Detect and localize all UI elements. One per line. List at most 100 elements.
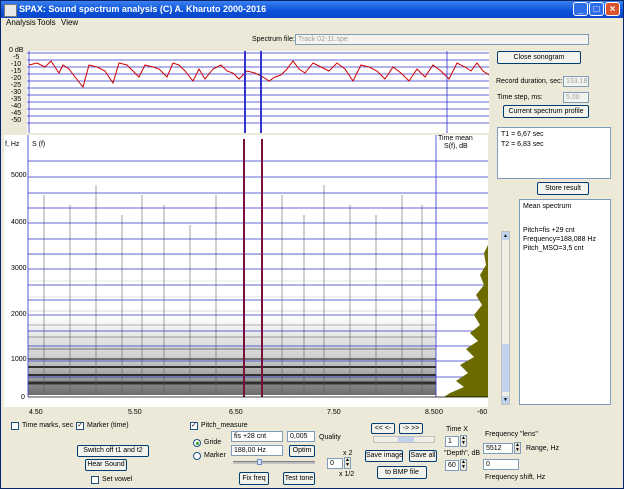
level-y-label: -5 (13, 54, 20, 61)
depth-label: "Depth", dB (444, 450, 481, 457)
vertical-scrollbar[interactable]: ▲ ▼ (501, 231, 510, 405)
record-duration-field[interactable]: 133.18 (563, 76, 589, 87)
scroll-up-icon[interactable]: ▲ (502, 232, 509, 240)
time-step-field[interactable]: 5.00 (563, 92, 589, 103)
save-image-button[interactable]: Save image (365, 450, 403, 462)
time-tick-label: 5.50 (128, 409, 142, 416)
level-y-label: -15 (11, 68, 22, 75)
save-all-button[interactable]: Save all (409, 450, 437, 462)
menu-tools[interactable]: Tools (37, 18, 56, 27)
time-tick-label: 7.50 (327, 409, 341, 416)
time-x-spinner[interactable]: ▲ ▼ (460, 435, 467, 447)
scroll-thumb[interactable] (502, 344, 509, 392)
pitch-measure-checkbox[interactable]: ✓ (190, 422, 198, 430)
t1-text: T1 = 6,67 sec (501, 131, 544, 138)
mean-spectrum-panel: Mean spectrum Pitch=fis +29 cnt Frequenc… (519, 199, 611, 405)
time-marks-checkbox[interactable] (11, 422, 19, 430)
pitch-hz-field[interactable]: 188,00 Hz (231, 445, 283, 456)
marker-time-checkbox[interactable]: ✓ (76, 422, 84, 430)
level-y-label: 0 dB (9, 47, 24, 54)
pitch-measure-label: Pitch_measure (201, 422, 248, 429)
frequency-lens-label: Frequency "lens" (485, 431, 538, 438)
app-icon (4, 4, 17, 17)
hz-tick-label: 3000 (11, 265, 27, 272)
optim-button[interactable]: Optim (289, 445, 315, 457)
time-tick-label: 4.50 (29, 409, 43, 416)
mean-tick-label: 0 (439, 409, 443, 416)
pitch-mso-result: Pitch_MSO=3,5 cnt (523, 245, 584, 252)
time-step-label: Time step, ms: (497, 94, 543, 101)
depth-field[interactable]: 60 (445, 460, 459, 471)
marker-label: Marker (204, 452, 226, 459)
range-label: Range, Hz (526, 445, 560, 452)
level-y-label: -30 (11, 89, 22, 96)
test-tone-button[interactable]: Test tone (283, 472, 315, 485)
x2-label: x 2 (343, 450, 353, 457)
t-info-panel: T1 = 6,67 sec T2 = 6,83 sec (497, 127, 611, 179)
frequency-shift-field[interactable]: 0 (483, 459, 519, 470)
current-spectrum-profile-button[interactable]: Current spectrum profile (503, 105, 589, 118)
frequency-shift-label: Frequency shift, Hz (485, 474, 546, 481)
time-x-field[interactable]: 1 (445, 436, 459, 447)
window-title: SPAX: Sound spectrum analysis (C) A. Kha… (19, 4, 267, 14)
menu-view[interactable]: View (61, 18, 78, 27)
hz-tick-label: 2000 (11, 311, 27, 318)
hz-tick-label: 0 (21, 394, 25, 401)
spectrum-file-field[interactable]: Track 02-11.spe (295, 34, 589, 45)
quality-slider-thumb[interactable] (257, 459, 262, 465)
hz-tick-label: 4000 (11, 219, 27, 226)
pitch-note-field[interactable]: fis +28 cnt (231, 431, 283, 442)
level-y-label: -40 (11, 103, 22, 110)
t2-text: T2 = 6,83 sec (501, 141, 544, 148)
marker-radio[interactable] (193, 452, 201, 460)
sonogram-area: f, Hz S (f) Time mean S(f), dB (4, 135, 488, 407)
forward-button[interactable]: -> >> (399, 423, 423, 434)
range-field[interactable]: 5512 (483, 443, 513, 454)
store-result-button[interactable]: Store result (537, 182, 589, 195)
maximize-button[interactable]: □ (589, 2, 604, 16)
level-y-label: -20 (11, 75, 22, 82)
quality-slider[interactable] (233, 459, 315, 465)
time-scroll-thumb[interactable] (398, 437, 414, 442)
rewind-button[interactable]: << <- (371, 423, 395, 434)
level-y-label: -25 (11, 82, 22, 89)
menu-analysis[interactable]: Analysis (6, 18, 36, 27)
time-scrollbar[interactable] (373, 436, 435, 443)
title-bar: SPAX: Sound spectrum analysis (C) A. Kha… (1, 1, 623, 18)
scroll-down-icon[interactable]: ▼ (502, 396, 509, 404)
time-x-label: Time X (446, 426, 468, 433)
record-duration-label: Record duration, sec: (496, 78, 563, 85)
quality-field[interactable]: 0,005 (287, 431, 315, 442)
minimize-button[interactable]: _ (573, 2, 588, 16)
zoom-field[interactable]: 0 (327, 458, 343, 469)
marker-time-label: Marker (time) (87, 422, 129, 429)
time-tick-label: 8.50 (425, 409, 439, 416)
mean-tick-label: -60 (477, 409, 488, 416)
fix-freq-button[interactable]: Fix freq (239, 472, 269, 485)
s-f-label: S (f) (32, 141, 46, 148)
zoom-spinner[interactable]: ▲ ▼ (344, 457, 351, 469)
depth-spinner[interactable]: ▲ ▼ (460, 459, 467, 471)
time-marks-label: Time marks, sec (22, 422, 74, 429)
close-sonogram-button[interactable]: Close sonogram (497, 51, 581, 64)
mean-spectrum-title: Mean spectrum (523, 203, 572, 210)
switch-off-t1-t2-button[interactable]: Switch off t1 and t2 (77, 445, 149, 457)
spectrum-file-label: Spectrum file: (252, 36, 295, 43)
quality-label: Quality (319, 434, 341, 441)
time-tick-label: 6.50 (229, 409, 243, 416)
level-y-label: -45 (11, 110, 22, 117)
level-plot (27, 51, 489, 133)
menu-bar: Analysis Tools View (1, 18, 623, 29)
range-spinner[interactable]: ▲ ▼ (514, 442, 521, 454)
gride-radio[interactable] (193, 439, 201, 447)
hear-sound-button[interactable]: Hear Sound (85, 459, 127, 471)
set-vowel-label: Set vowel (102, 476, 133, 483)
close-button[interactable]: × (605, 2, 620, 16)
set-vowel-checkbox[interactable] (91, 476, 99, 484)
level-y-label: -10 (11, 61, 22, 68)
sf-db-label: S(f), dB (444, 143, 468, 150)
time-mean-label: Time mean (438, 135, 473, 142)
sonogram-svg (27, 135, 488, 398)
level-grid (27, 51, 489, 133)
to-bmp-file-button[interactable]: to BMP file (377, 466, 427, 479)
